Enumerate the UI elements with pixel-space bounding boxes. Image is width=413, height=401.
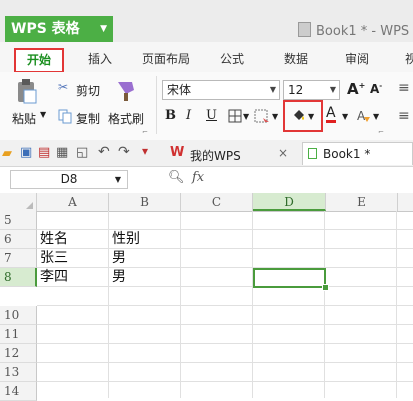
close-icon[interactable]: ×	[278, 146, 288, 160]
cell-b7[interactable]: 男	[112, 249, 126, 268]
column-header-c[interactable]: C	[181, 193, 253, 211]
wps-logo-icon: W	[170, 145, 185, 160]
increase-font-icon[interactable]: A+	[347, 80, 365, 98]
cell-b6[interactable]: 性别	[112, 230, 140, 249]
selected-cell-d8[interactable]	[253, 268, 326, 288]
cut-button[interactable]: 剪切	[76, 82, 100, 99]
redo-icon[interactable]: ↷	[118, 144, 130, 160]
cell-b8[interactable]: 男	[112, 268, 126, 287]
copy-icon	[58, 109, 72, 124]
tab-review[interactable]: 审阅	[345, 50, 369, 67]
align-icon[interactable]: ≡	[398, 80, 410, 96]
save-icon[interactable]: ▣	[20, 145, 32, 160]
row-header-6[interactable]: 6	[0, 230, 37, 249]
print-preview-icon[interactable]: ◱	[76, 145, 88, 160]
row-header-10[interactable]: 10	[0, 306, 37, 325]
copy-button[interactable]: 复制	[76, 110, 100, 127]
window-title: Book1 * - WPS 表	[298, 20, 413, 39]
chevron-down-icon[interactable]: ▼	[373, 112, 379, 121]
zoom-icon[interactable]: 🔍︎	[168, 170, 185, 185]
tab-page-layout[interactable]: 页面布局	[142, 50, 190, 67]
cell-a7[interactable]: 张三	[40, 249, 68, 268]
clear-format-icon[interactable]: A	[356, 108, 372, 124]
svg-text:A: A	[357, 109, 366, 123]
row-header-5[interactable]: 5	[0, 211, 37, 230]
format-painter-button[interactable]: 格式刷	[108, 110, 144, 127]
customize-dropdown-icon[interactable]: ▾	[142, 144, 148, 158]
chevron-down-icon: ▼	[329, 85, 336, 94]
column-header-b[interactable]: B	[109, 193, 181, 211]
chevron-down-icon[interactable]: ▼	[272, 112, 278, 121]
app-menu-button[interactable]: WPS 表格 ▼	[5, 16, 113, 42]
align-left-icon[interactable]: ≡	[398, 108, 410, 124]
row-header-8[interactable]: 8	[0, 268, 37, 287]
tab-view[interactable]: 视	[405, 50, 413, 67]
tab-formula[interactable]: 公式	[220, 50, 244, 67]
font-color-button[interactable]: A	[326, 106, 336, 123]
column-header-d[interactable]: D	[253, 193, 326, 211]
tab-home[interactable]: 开始	[14, 48, 64, 73]
corner-triangle-icon	[26, 202, 33, 209]
border-icon[interactable]	[228, 109, 242, 123]
chevron-down-icon: ▼	[114, 175, 121, 184]
name-box[interactable]: D8 ▼	[10, 170, 128, 189]
chevron-down-icon[interactable]: ▼	[243, 112, 249, 121]
tab-book1[interactable]: Book1 *	[302, 142, 413, 165]
select-all-corner[interactable]	[0, 193, 37, 211]
cell-grid[interactable]	[37, 211, 413, 398]
fill-color-highlight	[283, 100, 323, 132]
spreadsheet-icon	[308, 148, 317, 159]
app-name: WPS 表格	[11, 21, 80, 37]
row-header-12[interactable]: 12	[0, 344, 37, 363]
font-name-select[interactable]: 宋体 ▼	[162, 80, 280, 100]
paste-button[interactable]: 粘贴	[12, 110, 36, 127]
chevron-down-icon[interactable]: ▼	[342, 112, 348, 121]
divider	[156, 76, 157, 134]
clipboard-group-launcher-icon[interactable]: ⌐	[142, 128, 148, 136]
tab-data[interactable]: 数据	[284, 50, 308, 67]
italic-button[interactable]: I	[186, 108, 191, 123]
column-header-a[interactable]: A	[37, 193, 109, 211]
print-icon[interactable]: ▦	[56, 145, 68, 160]
chevron-down-icon: ▼	[269, 85, 276, 94]
cell-a8[interactable]: 李四	[40, 268, 68, 287]
merge-cells-icon[interactable]	[254, 109, 272, 123]
export-pdf-icon[interactable]: ▤	[38, 145, 50, 160]
bold-button[interactable]: B	[165, 108, 176, 123]
paste-dropdown-icon[interactable]: ▼	[40, 110, 46, 119]
scissors-icon: ✂	[58, 80, 69, 94]
chevron-down-icon: ▼	[100, 24, 107, 34]
open-folder-icon[interactable]: ▰	[2, 146, 12, 161]
ribbon: 粘贴 ▼ ✂ 剪切 复制 格式刷 ⌐ 宋体 ▼ 12 ▼ A+ A- ≡ B I U…	[0, 72, 413, 141]
font-group-launcher-icon[interactable]: ⌐	[378, 128, 384, 136]
format-painter-icon	[118, 82, 134, 101]
font-size-select[interactable]: 12 ▼	[283, 80, 340, 100]
row-header-7[interactable]: 7	[0, 249, 37, 268]
document-icon	[298, 22, 311, 37]
tab-my-wps[interactable]: 我的WPS	[190, 147, 241, 164]
fx-button[interactable]: fx	[192, 170, 204, 185]
cell-a6[interactable]: 姓名	[40, 230, 68, 249]
ribbon-tabs: 开始 插入 页面布局 公式 数据 审阅 视	[0, 42, 413, 73]
row-header-14[interactable]: 14	[0, 382, 37, 401]
clipboard-icon[interactable]	[16, 78, 38, 104]
formula-input[interactable]	[228, 170, 413, 189]
undo-icon[interactable]: ↶	[98, 144, 110, 160]
row-header-13[interactable]: 13	[0, 363, 37, 382]
underline-button[interactable]: U	[206, 108, 217, 123]
row-header-11[interactable]: 11	[0, 325, 37, 344]
tab-insert[interactable]: 插入	[88, 50, 112, 67]
fill-handle[interactable]	[322, 284, 329, 291]
column-header-e[interactable]: E	[326, 193, 398, 211]
decrease-font-icon[interactable]: A-	[370, 82, 382, 96]
